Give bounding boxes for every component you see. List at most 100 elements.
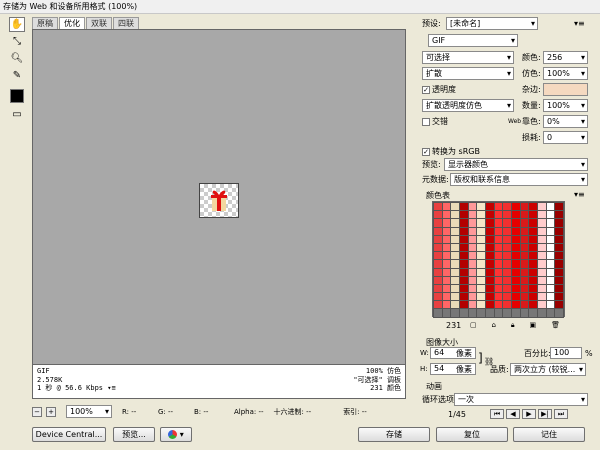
color-swatch[interactable] [442,284,451,293]
color-swatch[interactable] [468,268,477,276]
color-swatch[interactable] [442,260,451,268]
color-swatch[interactable] [503,219,511,227]
color-swatch[interactable] [485,203,494,211]
preview-button[interactable]: 预览... [113,427,155,442]
color-swatch[interactable] [434,235,442,243]
zoom-select[interactable]: 100% [66,405,112,418]
color-swatch[interactable] [468,293,477,301]
color-swatch[interactable] [485,227,494,235]
color-swatch[interactable] [520,243,529,252]
color-swatch[interactable] [546,211,555,219]
map-color-icon[interactable]: ▢ [470,321,477,330]
remember-button[interactable]: 记住 [513,427,585,442]
format-select[interactable]: GIF [428,34,518,47]
color-swatch[interactable] [511,227,520,235]
zoom-tool-icon[interactable]: 🔍︎ [9,51,25,66]
color-swatch[interactable] [511,293,520,301]
color-swatch[interactable] [451,309,459,317]
color-swatch[interactable] [485,301,494,309]
color-swatch[interactable] [520,268,529,276]
prev-frame-icon[interactable]: ◀ [506,409,520,419]
play-icon[interactable]: ▶ [522,409,536,419]
eyedropper-tool-icon[interactable]: ✎ [9,68,25,83]
color-swatch[interactable] [529,268,537,276]
color-swatch[interactable] [537,252,546,260]
device-central-button[interactable]: Device Central... [32,427,106,442]
color-swatch[interactable] [546,276,555,284]
color-swatch[interactable] [503,243,511,252]
preview-canvas[interactable] [32,29,406,365]
convert-srgb-checkbox[interactable]: ✓ 转换为 sRGB [422,145,480,158]
save-button[interactable]: 存储 [358,427,430,442]
color-swatch[interactable] [520,260,529,268]
color-swatch[interactable] [546,227,555,235]
color-swatch[interactable] [503,268,511,276]
colors-select[interactable]: 256 [543,51,588,64]
color-swatch[interactable] [494,309,503,317]
color-table-menu-icon[interactable]: ▾≡ [574,190,585,199]
color-swatch[interactable] [451,268,459,276]
percent-input[interactable]: 100 [550,347,582,359]
color-swatch[interactable] [546,252,555,260]
color-swatch[interactable] [442,301,451,309]
metadata-select[interactable]: 版权和联系信息 [450,173,588,186]
color-swatch[interactable] [468,301,477,309]
color-swatch[interactable] [503,276,511,284]
color-swatch[interactable] [459,301,468,309]
color-swatch[interactable] [529,235,537,243]
color-swatch[interactable] [494,276,503,284]
info-menu-icon[interactable]: ▾≡ [107,384,115,392]
color-swatch[interactable] [468,243,477,252]
color-swatch[interactable] [537,203,546,211]
color-swatch[interactable] [494,260,503,268]
color-swatch[interactable] [434,309,442,317]
color-swatch[interactable] [537,219,546,227]
color-swatch[interactable] [529,301,537,309]
zoom-in-button[interactable]: + [46,406,56,417]
color-swatch[interactable] [434,260,442,268]
color-swatch[interactable] [546,203,555,211]
color-swatch[interactable] [520,203,529,211]
color-swatch[interactable] [537,276,546,284]
color-swatch[interactable] [434,227,442,235]
color-swatch[interactable] [451,211,459,219]
color-swatch[interactable] [494,252,503,260]
color-swatch[interactable] [477,211,485,219]
color-swatch[interactable] [459,260,468,268]
color-swatch[interactable] [434,276,442,284]
zoom-out-button[interactable]: − [32,406,42,417]
color-swatch[interactable] [546,293,555,301]
color-swatch[interactable] [468,276,477,284]
color-swatch[interactable] [442,309,451,317]
next-frame-icon[interactable]: ▶| [538,409,552,419]
quality-select[interactable]: 两次立方 (较锐... [510,363,586,376]
color-swatch[interactable] [434,284,442,293]
color-swatch[interactable] [442,235,451,243]
color-swatch[interactable] [451,219,459,227]
color-swatch[interactable] [485,260,494,268]
color-swatch[interactable] [511,252,520,260]
color-swatch[interactable] [511,243,520,252]
color-swatch[interactable] [442,243,451,252]
color-swatch[interactable] [459,284,468,293]
tab-original[interactable]: 原稿 [32,17,58,29]
color-swatch[interactable] [434,243,442,252]
color-swatch[interactable] [537,293,546,301]
color-swatch[interactable] [494,227,503,235]
color-swatch[interactable] [555,235,563,243]
color-swatch[interactable] [459,235,468,243]
color-swatch[interactable] [555,309,563,317]
color-swatch[interactable] [468,227,477,235]
color-swatch[interactable] [451,284,459,293]
color-swatch[interactable] [537,211,546,219]
color-swatch[interactable] [477,219,485,227]
color-swatch[interactable] [442,276,451,284]
eyedropper-color-swatch[interactable] [10,89,24,103]
color-swatch[interactable] [511,301,520,309]
color-swatch[interactable] [520,284,529,293]
color-swatch[interactable] [537,284,546,293]
color-swatch[interactable] [503,252,511,260]
lossy-select[interactable]: 0 [543,131,588,144]
color-swatch[interactable] [511,284,520,293]
color-swatch[interactable] [477,243,485,252]
